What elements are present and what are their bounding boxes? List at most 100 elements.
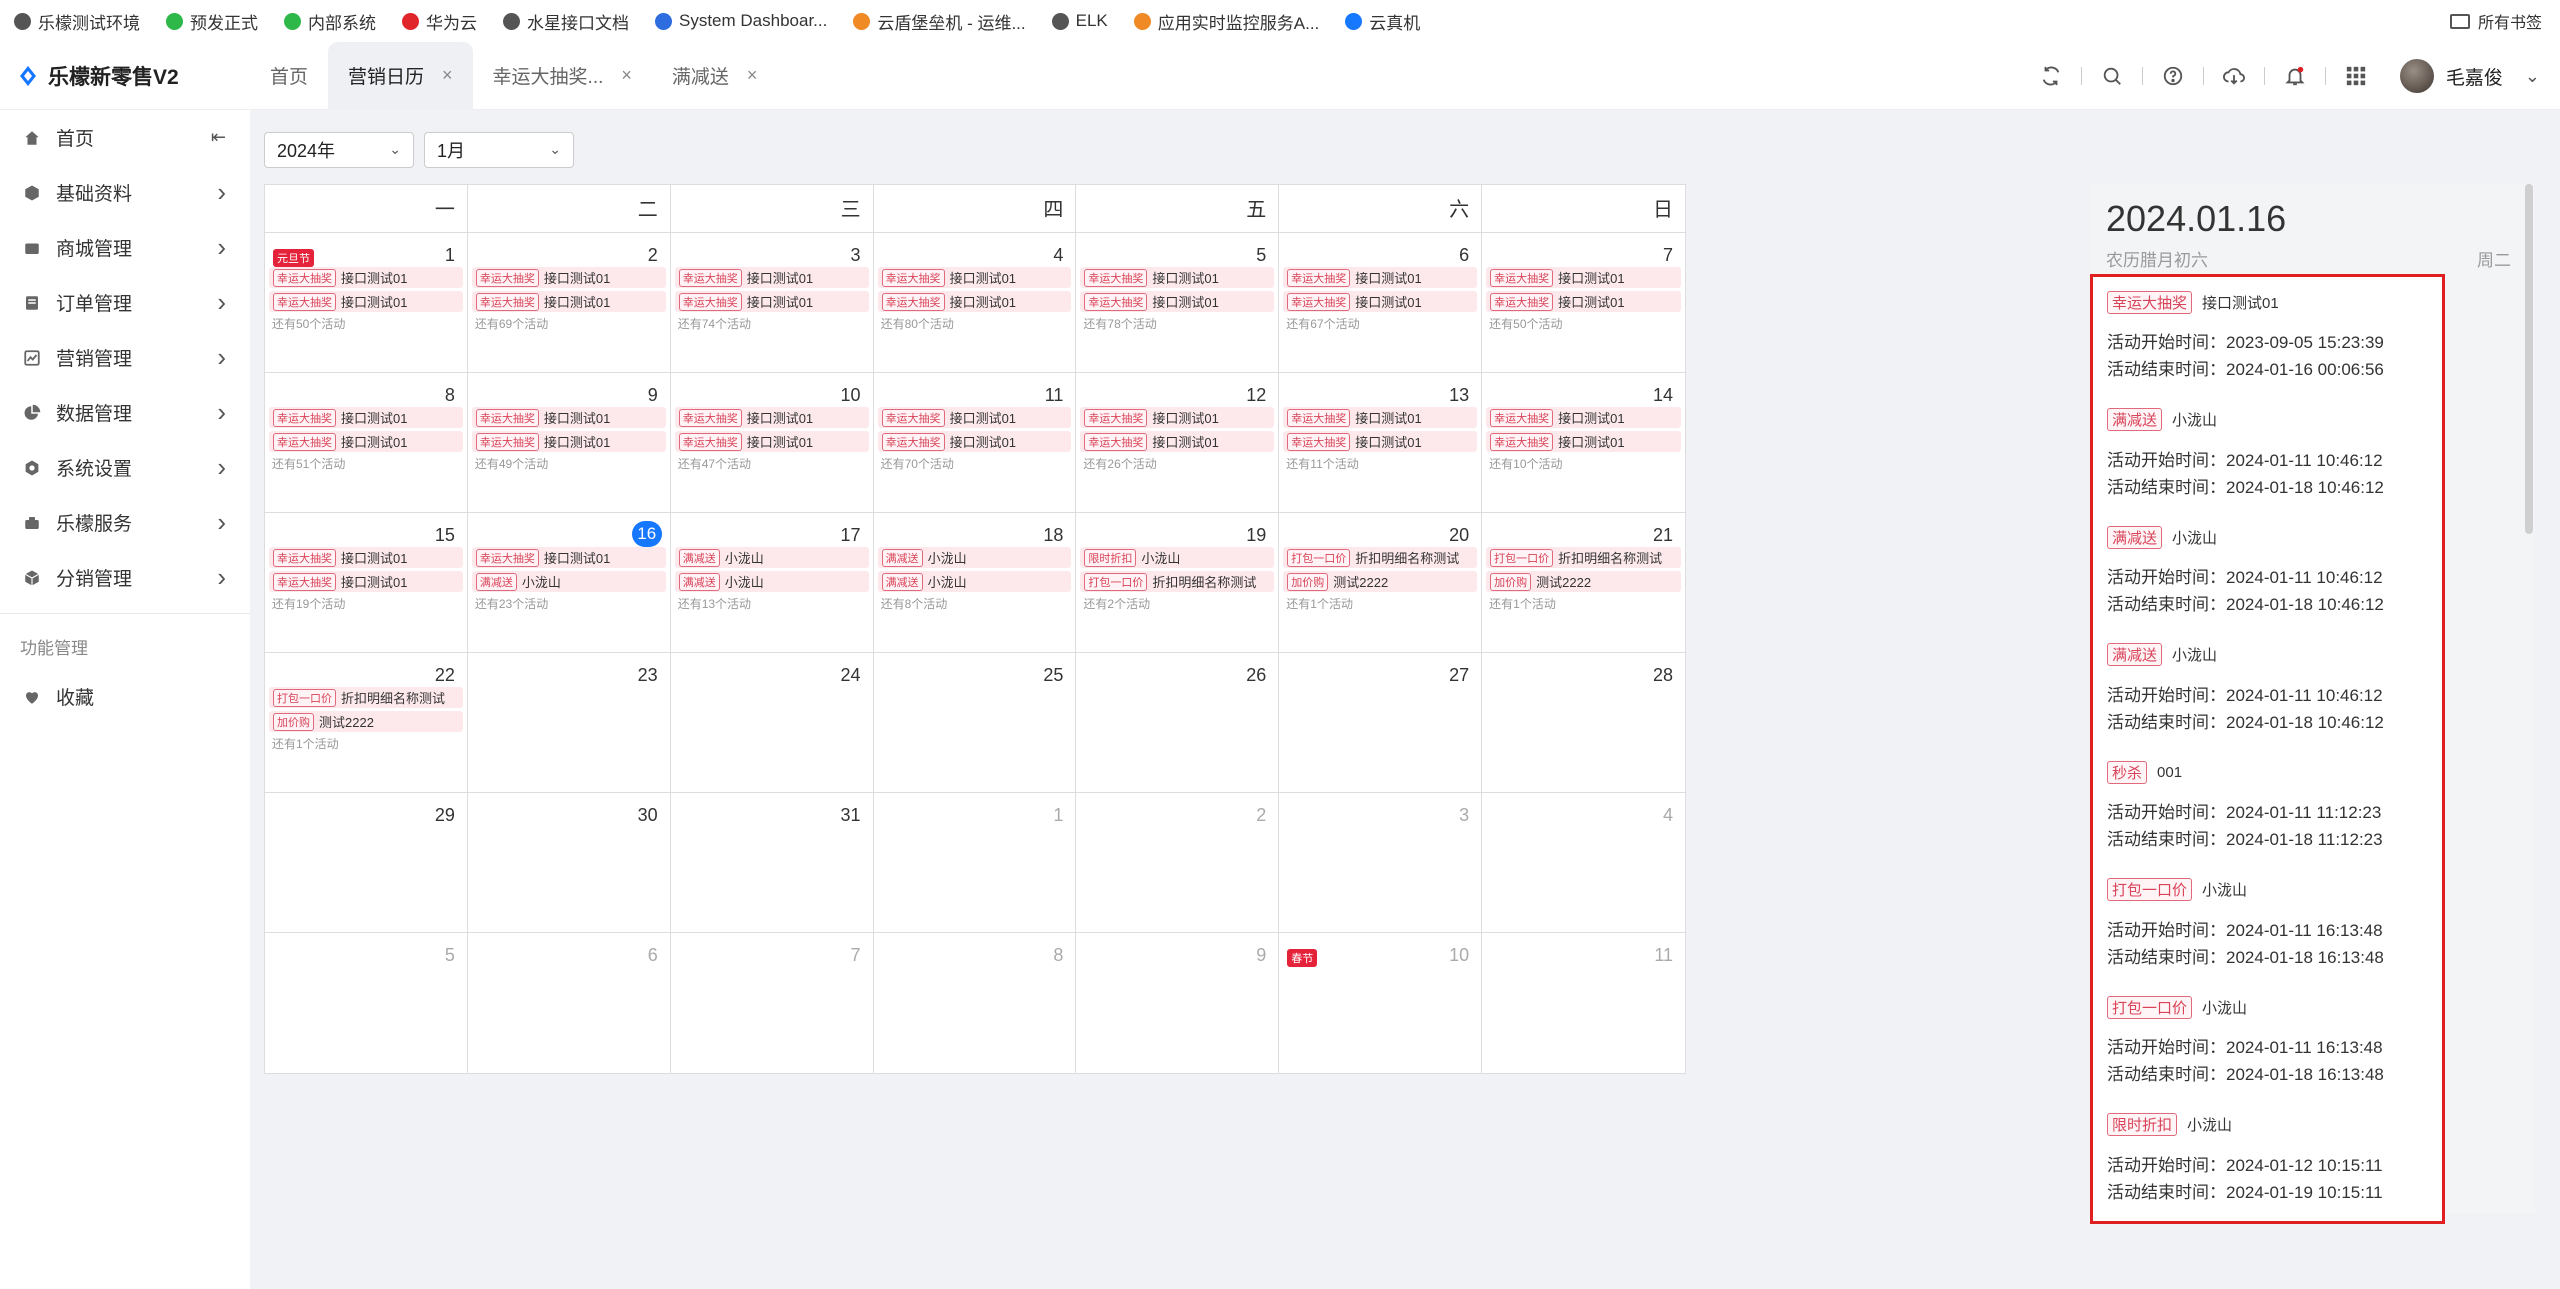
collapse-sidebar-icon[interactable]: ⇤ (211, 127, 226, 148)
chevron-down-icon[interactable]: ⌄ (2525, 66, 2540, 87)
calendar-day-cell[interactable]: 5 (265, 933, 468, 1073)
more-events-link[interactable]: 还有47个活动 (675, 455, 869, 472)
calendar-day-cell[interactable]: 6 幸运大抽奖 接口测试01 幸运大抽奖 接口测试01 还有67个活动 (1279, 233, 1483, 373)
event-item[interactable]: 幸运大抽奖 接口测试01 (269, 407, 463, 428)
sidebar-item[interactable]: 首页 ⇤ (0, 110, 250, 165)
event-item[interactable]: 幸运大抽奖 接口测试01 (1080, 267, 1275, 288)
event-item[interactable]: 幸运大抽奖 接口测试01 (269, 267, 463, 288)
calendar-day-cell[interactable]: 2 (1076, 793, 1280, 933)
tab-item[interactable]: 幸运大抽奖... × (473, 42, 652, 110)
more-events-link[interactable]: 还有19个活动 (269, 595, 463, 612)
calendar-day-cell[interactable]: 10 幸运大抽奖 接口测试01 幸运大抽奖 接口测试01 还有47个活动 (670, 373, 874, 513)
bookmark-item[interactable]: 应用实时监控服务A... (1133, 9, 1319, 34)
event-item[interactable]: 幸运大抽奖 接口测试01 (877, 267, 1072, 288)
more-events-link[interactable]: 还有11个活动 (1283, 455, 1477, 472)
calendar-day-cell[interactable]: 14 幸运大抽奖 接口测试01 幸运大抽奖 接口测试01 还有10个活动 (1482, 373, 1685, 513)
calendar-day-cell[interactable]: 31 (670, 793, 874, 933)
event-item[interactable]: 满减送 小泷山 (674, 571, 869, 592)
event-item[interactable]: 幸运大抽奖 接口测试01 (471, 407, 666, 428)
bookmark-item[interactable]: 云真机 (1345, 9, 1420, 34)
bookmark-item[interactable]: 乐檬测试环境 (14, 9, 140, 34)
activity-list[interactable]: 幸运大抽奖 接口测试01 活动开始时间：2023-09-05 15:23:39 活动结… (2090, 274, 2445, 1224)
calendar-day-cell[interactable]: 18 满减送 小泷山 满减送 小泷山 还有8个活动 (873, 513, 1077, 653)
more-events-link[interactable]: 还有13个活动 (675, 595, 869, 612)
event-item[interactable]: 满减送 小泷山 (471, 571, 666, 592)
event-item[interactable]: 幸运大抽奖 接口测试01 (674, 291, 869, 312)
activity-item[interactable]: 满减送 小泷山 活动开始时间：2024-01-11 10:46:12 活动结束时间：2… (2107, 408, 2442, 527)
refresh-icon[interactable] (2037, 62, 2065, 90)
event-item[interactable]: 满减送 小泷山 (674, 547, 869, 568)
calendar-day-cell[interactable]: 4 幸运大抽奖 接口测试01 幸运大抽奖 接口测试01 还有80个活动 (873, 233, 1077, 373)
bookmark-item[interactable]: System Dashboar... (655, 11, 827, 31)
calendar-day-cell[interactable]: 13 幸运大抽奖 接口测试01 幸运大抽奖 接口测试01 还有11个活动 (1279, 373, 1483, 513)
calendar-day-cell[interactable]: 5 幸运大抽奖 接口测试01 幸运大抽奖 接口测试01 还有78个活动 (1076, 233, 1280, 373)
event-item[interactable]: 打包一口价 折扣明细名称测试 (1486, 547, 1681, 568)
event-item[interactable]: 幸运大抽奖 接口测试01 (1486, 267, 1681, 288)
scrollbar-thumb[interactable] (2525, 184, 2533, 534)
more-events-link[interactable]: 还有50个活动 (269, 315, 463, 332)
tab-item[interactable]: 首页 (250, 42, 328, 110)
calendar-day-cell[interactable]: 7 幸运大抽奖 接口测试01 幸运大抽奖 接口测试01 还有50个活动 (1482, 233, 1685, 373)
help-icon[interactable] (2159, 62, 2187, 90)
more-events-link[interactable]: 还有80个活动 (878, 315, 1072, 332)
calendar-day-cell[interactable]: 25 (873, 653, 1077, 793)
calendar-day-cell[interactable]: 3 幸运大抽奖 接口测试01 幸运大抽奖 接口测试01 还有74个活动 (670, 233, 874, 373)
calendar-day-cell[interactable]: 11 (1482, 933, 1685, 1073)
calendar-day-cell[interactable]: 8 幸运大抽奖 接口测试01 幸运大抽奖 接口测试01 还有51个活动 (265, 373, 468, 513)
calendar-day-cell[interactable]: 12 幸运大抽奖 接口测试01 幸运大抽奖 接口测试01 还有26个活动 (1076, 373, 1280, 513)
activity-item[interactable]: 打包一口价 小泷山 活动开始时间：2024-01-11 16:13:48 活动结束时间… (2107, 878, 2442, 997)
more-events-link[interactable]: 还有1个活动 (1486, 595, 1681, 612)
calendar-day-cell[interactable]: 23 (467, 653, 671, 793)
activity-item[interactable]: 限时折扣 小泷山 活动开始时间：2024-01-12 10:15:11 活动结束时间：… (2107, 1113, 2442, 1222)
bookmark-item[interactable]: 水星接口文档 (503, 9, 629, 34)
sidebar-item[interactable]: 商城管理 › (0, 220, 250, 275)
more-events-link[interactable]: 还有74个活动 (675, 315, 869, 332)
activity-item[interactable]: 满减送 小泷山 活动开始时间：2024-01-11 10:46:12 活动结束时间：2… (2107, 525, 2442, 644)
calendar-day-cell[interactable]: 19 限时折扣 小泷山 打包一口价 折扣明细名称测试 还有2个活动 (1076, 513, 1280, 653)
event-item[interactable]: 加价购 测试2222 (269, 711, 463, 732)
more-events-link[interactable]: 还有2个活动 (1080, 595, 1274, 612)
notification-bell-icon[interactable] (2281, 62, 2309, 90)
more-events-link[interactable]: 还有78个活动 (1080, 315, 1274, 332)
event-item[interactable]: 打包一口价 折扣明细名称测试 (1080, 571, 1275, 592)
more-events-link[interactable]: 还有23个活动 (472, 595, 666, 612)
activity-item[interactable]: 打包一口价 小泷山 活动开始时间：2024-01-11 16:13:48 活动结束时间… (2107, 995, 2442, 1114)
more-events-link[interactable]: 还有1个活动 (269, 735, 463, 752)
all-bookmarks[interactable]: 所有书签 (2449, 0, 2542, 42)
calendar-day-cell[interactable]: 16 幸运大抽奖 接口测试01 满减送 小泷山 还有23个活动 (467, 513, 671, 653)
event-item[interactable]: 幸运大抽奖 接口测试01 (471, 431, 666, 452)
event-item[interactable]: 限时折扣 小泷山 (1080, 547, 1275, 568)
calendar-day-cell[interactable]: 11 幸运大抽奖 接口测试01 幸运大抽奖 接口测试01 还有70个活动 (873, 373, 1077, 513)
sidebar-item-favorites[interactable]: 收藏 (0, 669, 250, 724)
activity-item[interactable]: 满减送 小泷山 活动开始时间：2024-01-11 10:46:12 活动结束时间：2… (2107, 643, 2442, 762)
close-icon[interactable]: × (621, 65, 632, 86)
calendar-day-cell[interactable]: 4 (1482, 793, 1685, 933)
more-events-link[interactable]: 还有50个活动 (1486, 315, 1681, 332)
calendar-day-cell[interactable]: 1 元旦节 幸运大抽奖 接口测试01 幸运大抽奖 接口测试01 还有50个活动 (265, 233, 468, 373)
calendar-day-cell[interactable]: 26 (1076, 653, 1280, 793)
sidebar-item[interactable]: 系统设置 › (0, 440, 250, 495)
event-item[interactable]: 幸运大抽奖 接口测试01 (877, 291, 1072, 312)
bookmark-item[interactable]: 华为云 (402, 9, 477, 34)
more-events-link[interactable]: 还有51个活动 (269, 455, 463, 472)
event-item[interactable]: 幸运大抽奖 接口测试01 (1283, 407, 1478, 428)
search-icon[interactable] (2098, 62, 2126, 90)
calendar-day-cell[interactable]: 30 (467, 793, 671, 933)
calendar-day-cell[interactable]: 9 (1076, 933, 1280, 1073)
avatar[interactable] (2399, 59, 2434, 93)
more-events-link[interactable]: 还有1个活动 (1283, 595, 1477, 612)
event-item[interactable]: 幸运大抽奖 接口测试01 (1486, 407, 1681, 428)
event-item[interactable]: 幸运大抽奖 接口测试01 (1080, 431, 1275, 452)
more-events-link[interactable]: 还有49个活动 (472, 455, 666, 472)
bookmark-item[interactable]: 云盾堡垒机 - 运维... (853, 9, 1026, 34)
event-item[interactable]: 幸运大抽奖 接口测试01 (1283, 431, 1478, 452)
user-name[interactable]: 毛嘉俊 (2446, 63, 2503, 90)
event-item[interactable]: 幸运大抽奖 接口测试01 (1486, 291, 1681, 312)
event-item[interactable]: 打包一口价 折扣明细名称测试 (269, 687, 463, 708)
event-item[interactable]: 幸运大抽奖 接口测试01 (1080, 291, 1275, 312)
event-item[interactable]: 加价购 测试2222 (1486, 571, 1681, 592)
event-item[interactable]: 满减送 小泷山 (877, 571, 1072, 592)
event-item[interactable]: 幸运大抽奖 接口测试01 (674, 431, 869, 452)
calendar-day-cell[interactable]: 15 幸运大抽奖 接口测试01 幸运大抽奖 接口测试01 还有19个活动 (265, 513, 468, 653)
year-select[interactable]: 2024年 ⌄ (264, 132, 414, 168)
